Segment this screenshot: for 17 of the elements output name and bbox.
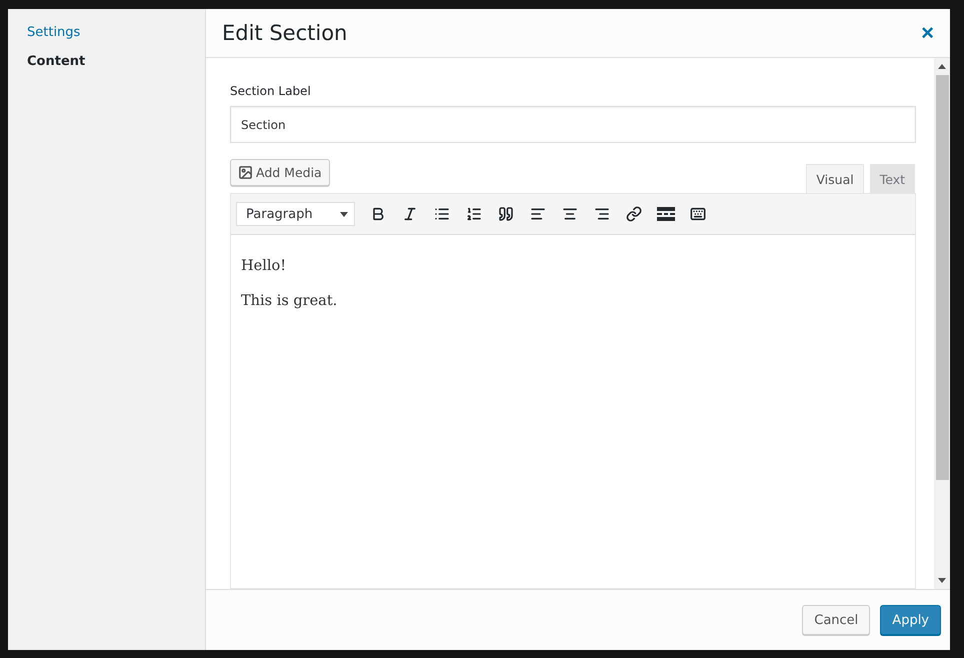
media-icon <box>238 165 253 180</box>
section-label-field[interactable]: Section <box>230 106 916 143</box>
paragraph: This is great. <box>241 292 338 312</box>
cancel-button[interactable]: Cancel <box>802 605 870 635</box>
editor-tab[interactable]: Visual <box>806 164 864 193</box>
dialog-title: Edit Section <box>222 21 348 45</box>
apply-button[interactable]: Apply <box>880 605 941 635</box>
editor-tab[interactable]: Text <box>870 164 915 193</box>
close-button[interactable]: × <box>917 22 938 44</box>
editor-content[interactable]: Hello! This is great. <box>231 235 915 588</box>
paragraph: Hello! <box>241 257 288 276</box>
field-label: Section Label <box>230 84 312 98</box>
format-dropdown[interactable]: Paragraph <box>236 202 355 226</box>
scrollbar[interactable] <box>934 58 950 589</box>
sidebar-item[interactable]: Content <box>27 54 186 69</box>
add-media-button[interactable]: Add Media <box>230 159 330 186</box>
sidebar-item[interactable]: Settings <box>27 25 186 40</box>
